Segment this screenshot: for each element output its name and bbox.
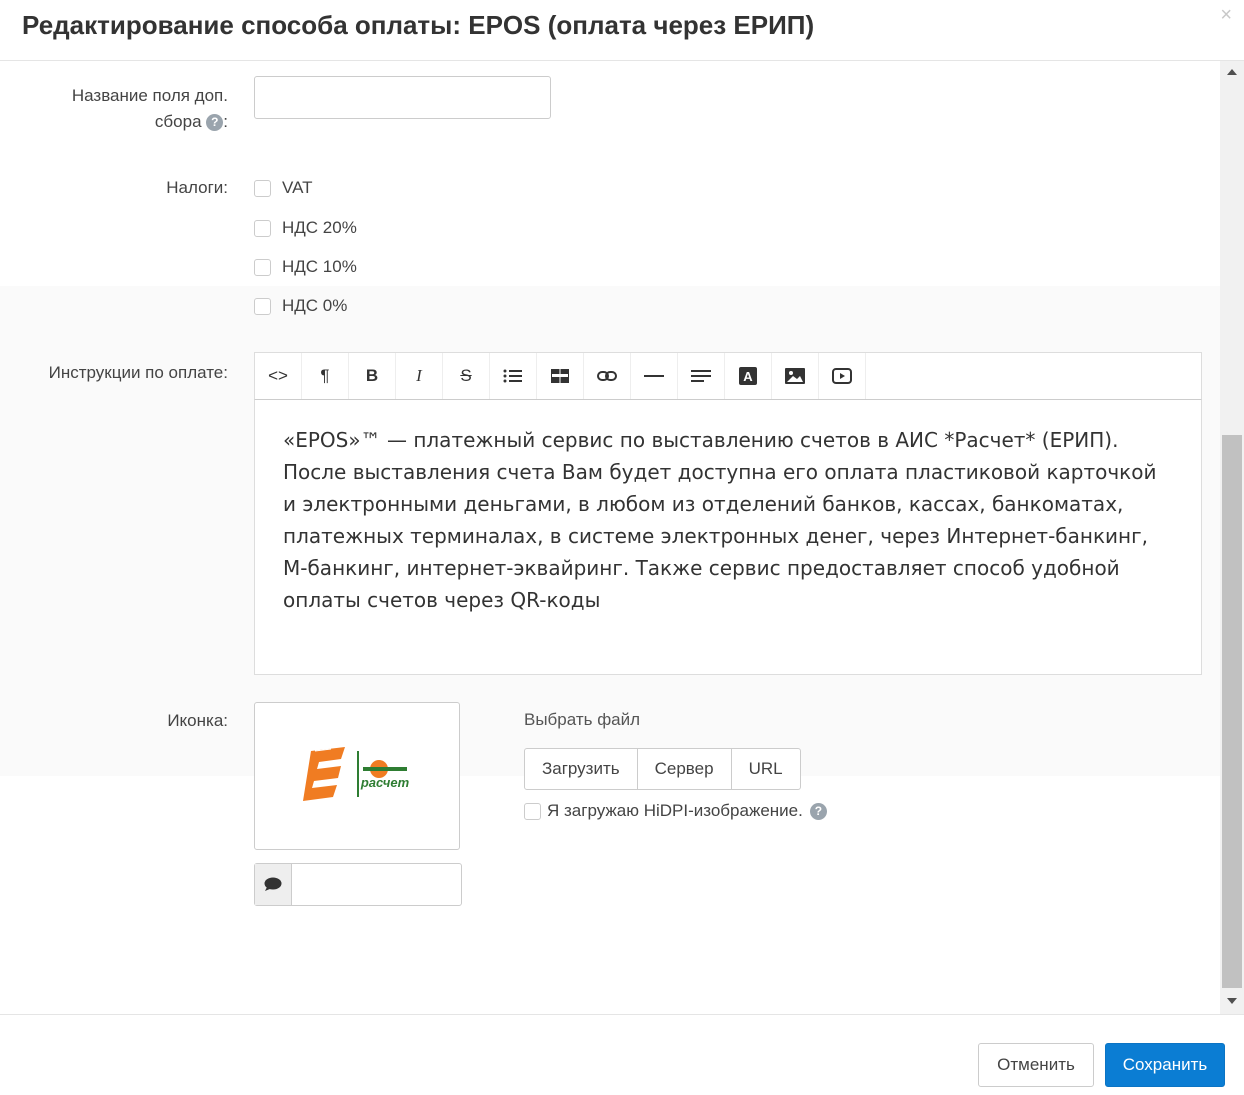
checkbox[interactable] [254, 258, 271, 276]
link-icon[interactable] [584, 353, 631, 399]
dialog-footer: Отменить Сохранить [0, 1014, 1244, 1095]
code-view-icon[interactable]: <> [255, 353, 302, 399]
strikethrough-icon[interactable]: S [443, 353, 490, 399]
save-button[interactable]: Сохранить [1105, 1043, 1225, 1087]
svg-text:A: A [743, 369, 753, 384]
editor-toolbar: <> ¶ B I S A [254, 352, 1202, 400]
hidpi-option[interactable]: Я загружаю HiDPI-изображение. ? [524, 801, 827, 821]
checkbox[interactable] [254, 179, 271, 197]
italic-icon[interactable]: I [396, 353, 443, 399]
tax-option-nds0[interactable]: НДС 0% [254, 294, 347, 318]
tax-option-vat[interactable]: VAT [254, 176, 313, 200]
icon-label: Иконка: [167, 711, 228, 730]
choose-file-title: Выбрать файл [524, 710, 641, 729]
tax-option-nds10[interactable]: НДС 10% [254, 255, 357, 279]
horizontal-rule-icon[interactable] [631, 353, 678, 399]
scroll-up-icon[interactable] [1227, 69, 1237, 75]
taxes-label: Налоги: [166, 178, 228, 197]
paragraph-icon[interactable]: ¶ [302, 353, 349, 399]
font-color-icon[interactable]: A [725, 353, 772, 399]
hidpi-checkbox[interactable] [524, 802, 541, 820]
list-icon[interactable] [490, 353, 537, 399]
scrollbar[interactable] [1220, 61, 1244, 1014]
video-icon[interactable] [819, 353, 866, 399]
instructions-label: Инструкции по оплате: [48, 363, 228, 382]
upload-button[interactable]: Загрузить [525, 749, 638, 789]
image-icon[interactable] [772, 353, 819, 399]
align-icon[interactable] [678, 353, 725, 399]
cancel-button[interactable]: Отменить [978, 1043, 1094, 1087]
fee-name-label: Название поля доп. сбора ?: [71, 86, 228, 131]
fee-name-input[interactable] [254, 76, 551, 119]
checkbox[interactable] [254, 219, 271, 237]
instructions-editor[interactable]: «EPOS»™ — платежный сервис по выставлени… [254, 400, 1202, 675]
dialog-header: Редактирование способа оплаты: EPOS (опл… [0, 0, 1244, 61]
icon-preview: расчет [254, 702, 460, 850]
table-icon[interactable] [537, 353, 584, 399]
tax-option-nds20[interactable]: НДС 20% [254, 216, 357, 240]
server-button[interactable]: Сервер [638, 749, 732, 789]
comment-icon [255, 864, 292, 905]
hidpi-label: Я загружаю HiDPI-изображение. [547, 801, 803, 820]
url-button[interactable]: URL [732, 749, 800, 789]
instructions-text[interactable]: «EPOS»™ — платежный сервис по выставлени… [283, 424, 1173, 616]
help-icon[interactable]: ? [206, 114, 224, 131]
checkbox[interactable] [254, 297, 271, 315]
epos-raschet-logo: расчет [303, 747, 410, 801]
file-source-buttons: Загрузить Сервер URL [524, 748, 801, 790]
close-icon[interactable]: × [1220, 4, 1232, 27]
scroll-down-icon[interactable] [1227, 998, 1237, 1004]
bold-icon[interactable]: B [349, 353, 396, 399]
svg-text:расчет: расчет [360, 775, 410, 790]
scroll-thumb[interactable] [1222, 435, 1242, 988]
dialog-title: Редактирование способа оплаты: EPOS (опл… [22, 10, 815, 40]
dialog-body: Название поля доп. сбора ?: Налоги: VAT … [0, 61, 1244, 1014]
icon-alt-input[interactable] [254, 863, 462, 906]
help-icon[interactable]: ? [809, 802, 827, 820]
